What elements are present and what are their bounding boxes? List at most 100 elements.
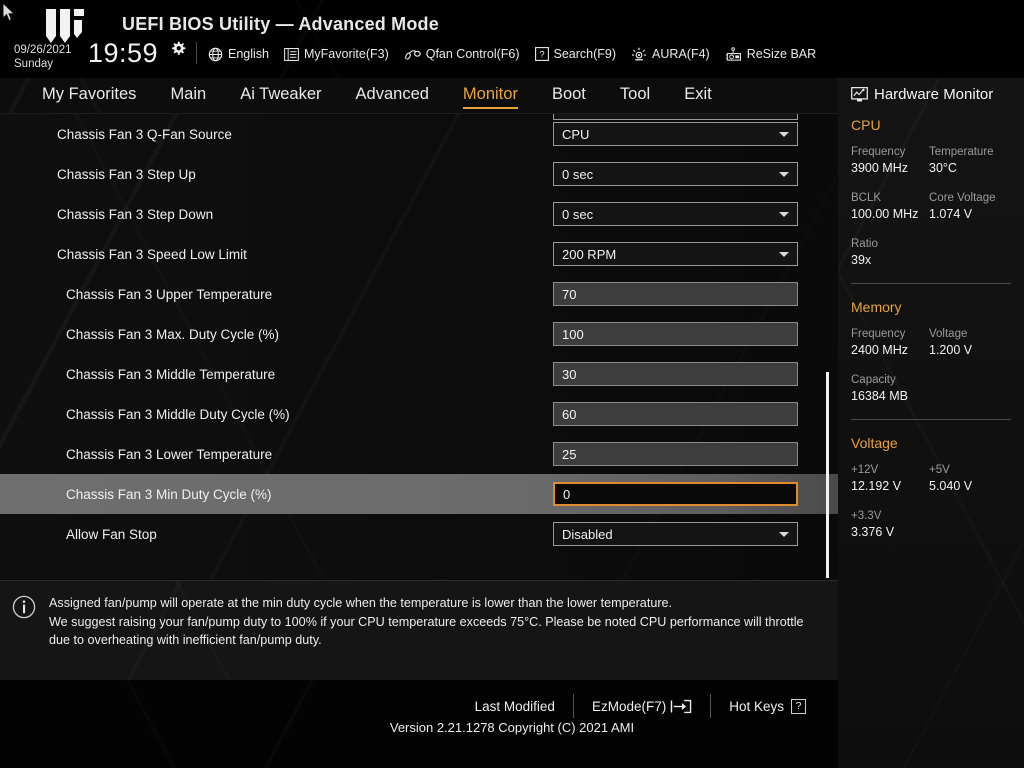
text-input-value: 100 [562, 327, 584, 342]
chevron-down-icon [779, 132, 789, 137]
hardware-monitor-title-text: Hardware Monitor [874, 86, 993, 103]
hwm-value: 2400 MHz [851, 342, 929, 359]
hwm-value: 12.192 V [851, 478, 929, 495]
setting-text-input[interactable]: 70 [553, 282, 798, 306]
settings-list: Chassis Fan 3 Q-Fan SourceCPUChassis Fan… [0, 114, 838, 554]
nav-tab-exit[interactable]: Exit [684, 85, 712, 107]
setting-text-input[interactable]: 100 [553, 322, 798, 346]
setting-control-wrap: 200 RPM [553, 242, 798, 266]
setting-row[interactable]: Chassis Fan 3 Middle Duty Cycle (%) 60 [0, 394, 838, 434]
dropdown-value: 200 RPM [562, 247, 616, 262]
hwm-cell: Capacity16384 MB [851, 373, 929, 405]
nav-tab-tool[interactable]: Tool [620, 85, 650, 107]
text-input-value: 25 [562, 447, 576, 462]
bios-screen: UEFI BIOS Utility — Advanced Mode 09/26/… [0, 0, 1024, 768]
top-header: UEFI BIOS Utility — Advanced Mode 09/26/… [0, 0, 1024, 78]
hwm-value: 5.040 V [929, 478, 1024, 495]
setting-control-wrap: 0 sec [553, 202, 798, 226]
setting-label: Chassis Fan 3 Max. Duty Cycle (%) [66, 327, 279, 342]
chevron-down-icon [779, 212, 789, 217]
page-title: UEFI BIOS Utility — Advanced Mode [122, 14, 439, 35]
setting-dropdown[interactable]: 0 sec [553, 202, 798, 226]
date-display: 09/26/2021 Sunday [14, 43, 72, 71]
gear-icon[interactable] [170, 41, 186, 57]
setting-row[interactable]: Chassis Fan 3 Lower Temperature25 [0, 434, 838, 474]
hardware-monitor-title: Hardware Monitor [851, 86, 1024, 103]
hwm-section-title: CPU [851, 117, 1024, 133]
setting-row[interactable]: Chassis Fan 3 Step Up0 sec [0, 154, 838, 194]
help-line-2: We suggest raising your fan/pump duty to… [49, 613, 819, 650]
setting-text-input[interactable]: 25 [553, 442, 798, 466]
dropdown-value: 0 sec [562, 167, 593, 182]
hwm-cell: Core Voltage1.074 V [929, 191, 1024, 223]
setting-dropdown[interactable]: Disabled [553, 522, 798, 546]
myfavorite-button[interactable]: MyFavorite(F3) [284, 47, 389, 61]
ezmode-button[interactable]: EzMode(F7) [574, 699, 710, 714]
setting-row[interactable]: Chassis Fan 3 Q-Fan SourceCPU [0, 114, 838, 154]
nav-tab-boot[interactable]: Boot [552, 85, 586, 107]
setting-label: Chassis Fan 3 Upper Temperature [66, 287, 272, 302]
hotkeys-button[interactable]: Hot Keys ? [711, 699, 824, 714]
hwm-divider [851, 283, 1011, 284]
setting-text-input[interactable]: 60 [553, 402, 798, 426]
setting-control-wrap: 60 [553, 402, 798, 426]
setting-label: Chassis Fan 3 Speed Low Limit [57, 247, 247, 262]
setting-dropdown[interactable]: 0 sec [553, 162, 798, 186]
hwm-key: Capacity [851, 373, 929, 388]
tuf-gaming-logo [44, 6, 92, 46]
resize-bar-button[interactable]: ReSize BAR [725, 47, 816, 62]
hwm-row: Capacity16384 MB [851, 373, 1024, 405]
setting-row[interactable]: Chassis Fan 3 Step Down0 sec [0, 194, 838, 234]
scrollbar-thumb[interactable] [826, 372, 829, 578]
ezmode-label: EzMode(F7) [592, 699, 666, 714]
setting-text-input[interactable]: 0 [553, 482, 798, 506]
resize-bar-label: ReSize BAR [747, 47, 816, 61]
gpu-card-icon [725, 47, 742, 62]
nav-tab-monitor[interactable]: Monitor [463, 85, 518, 107]
qfan-control-label: Qfan Control(F6) [426, 47, 520, 61]
dropdown-value: CPU [562, 127, 589, 142]
setting-text-input[interactable]: 30 [553, 362, 798, 386]
nav-tab-ai-tweaker[interactable]: Ai Tweaker [240, 85, 321, 107]
setting-row[interactable]: Chassis Fan 3 Upper Temperature 70 [0, 274, 838, 314]
myfavorite-label: MyFavorite(F3) [304, 47, 389, 61]
setting-row[interactable]: Allow Fan StopDisabled [0, 514, 838, 554]
setting-row[interactable]: Chassis Fan 3 Min Duty Cycle (%) 0 [0, 474, 838, 514]
hwm-section-title: Voltage [851, 435, 1024, 451]
setting-row[interactable]: Chassis Fan 3 Max. Duty Cycle (%) 100 [0, 314, 838, 354]
footer-links: Last Modified EzMode(F7) Hot Keys ? [457, 694, 824, 718]
hwm-value: 100.00 MHz [851, 206, 929, 223]
hwm-cell: Frequency3900 MHz [851, 145, 929, 177]
setting-label: Chassis Fan 3 Min Duty Cycle (%) [66, 487, 272, 502]
hwm-row: Frequency2400 MHzVoltage1.200 V [851, 327, 1024, 359]
aura-button[interactable]: AURA(F4) [631, 47, 710, 62]
search-label: Search(F9) [554, 47, 617, 61]
nav-tab-my-favorites[interactable]: My Favorites [42, 85, 136, 107]
text-input-value: 60 [562, 407, 576, 422]
main-nav-bar: My Favorites Main Ai Tweaker Advanced Monito… [0, 78, 838, 114]
search-button[interactable]: ? Search(F9) [535, 47, 617, 61]
svg-text:?: ? [539, 49, 544, 60]
hwm-row: +3.3V3.376 V [851, 509, 1024, 541]
setting-dropdown[interactable]: CPU [553, 122, 798, 146]
hwm-cell: Frequency2400 MHz [851, 327, 929, 359]
nav-tab-main[interactable]: Main [170, 85, 206, 107]
bottom-footer: Last Modified EzMode(F7) Hot Keys ? Vers… [0, 680, 838, 768]
header-divider [196, 42, 197, 64]
qfan-control-button[interactable]: Qfan Control(F6) [404, 47, 520, 62]
setting-dropdown[interactable]: 200 RPM [553, 242, 798, 266]
hwm-key: +5V [929, 463, 1024, 478]
setting-control-wrap: 100 [553, 322, 798, 346]
list-icon [284, 48, 299, 61]
text-input-value: 0 [563, 487, 570, 502]
hotkeys-key-icon: ? [791, 699, 806, 714]
setting-row[interactable]: Chassis Fan 3 Middle Temperature30 [0, 354, 838, 394]
hwm-key: Core Voltage [929, 191, 1024, 206]
last-modified-button[interactable]: Last Modified [457, 699, 573, 714]
nav-tab-advanced[interactable]: Advanced [356, 85, 429, 107]
setting-control-wrap: 0 [553, 482, 798, 506]
setting-row[interactable]: Chassis Fan 3 Speed Low Limit 200 RPM [0, 234, 838, 274]
hwm-key: BCLK [851, 191, 929, 206]
language-button[interactable]: English [208, 47, 269, 62]
setting-label: Chassis Fan 3 Middle Duty Cycle (%) [66, 407, 290, 422]
